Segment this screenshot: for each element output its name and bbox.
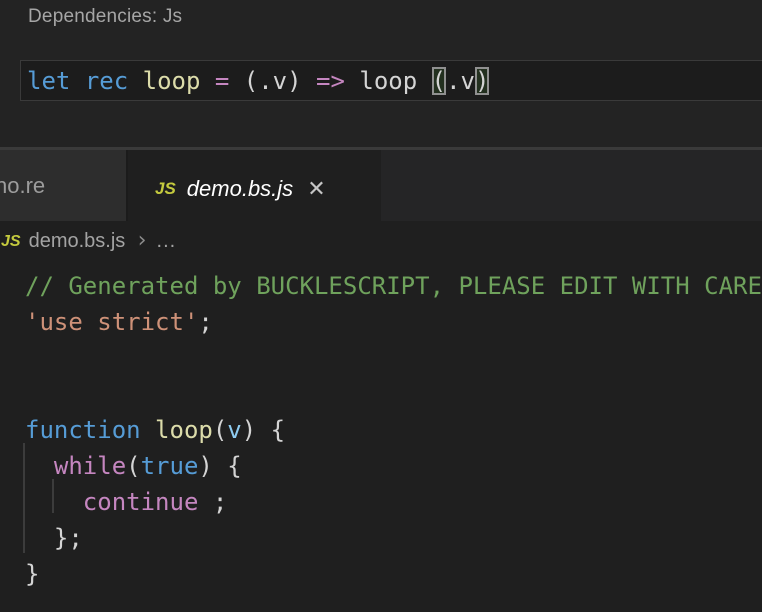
- js-file-icon: JS: [155, 179, 176, 199]
- current-line-highlight[interactable]: let rec loop = (.v) => loop (.v): [20, 60, 762, 101]
- code-token: // Generated by BUCKLESCRIPT, PLEASE EDI…: [25, 272, 762, 300]
- code-line: }: [25, 556, 762, 592]
- code-token: true: [141, 452, 199, 480]
- code-token: };: [25, 524, 83, 552]
- dependencies-label: Dependencies: Js: [28, 6, 182, 28]
- tab-strip: no.re JS demo.bs.js ✕: [0, 150, 762, 221]
- code-token: [25, 452, 54, 480]
- code-token: rec: [85, 67, 128, 95]
- indent-guide: [52, 479, 54, 513]
- code-line: [25, 340, 762, 376]
- code-token: (: [126, 452, 140, 480]
- code-token: [141, 416, 155, 444]
- tab-label: no.re: [0, 173, 45, 199]
- code-token: ) {: [242, 416, 285, 444]
- chevron-right-icon: ›: [135, 228, 148, 253]
- code-token: (: [213, 416, 227, 444]
- code-line: [25, 376, 762, 412]
- code-token: .v: [446, 67, 475, 95]
- breadcrumb: JS demo.bs.js › ...: [0, 221, 762, 262]
- code-token: ) {: [198, 452, 241, 480]
- indent-guide: [23, 443, 25, 553]
- code-token: while: [54, 452, 126, 480]
- bracket-match-token: (: [432, 67, 446, 95]
- code-token: =: [215, 67, 229, 95]
- code-token: =>: [316, 67, 345, 95]
- tab-label: demo.bs.js: [187, 176, 293, 202]
- code-line: function loop(v) {: [25, 412, 762, 448]
- js-file-icon: JS: [1, 233, 21, 251]
- code-token: function: [25, 416, 141, 444]
- vscode-window: Dependencies: Js let rec loop = (.v) => …: [0, 0, 762, 612]
- code-token: [200, 67, 214, 95]
- code-token: (.v): [229, 67, 316, 95]
- code-token: }: [25, 560, 39, 588]
- bracket-match-token: ): [475, 67, 489, 95]
- code-token: 'use strict': [25, 308, 198, 336]
- breadcrumb-file[interactable]: demo.bs.js: [29, 230, 126, 253]
- code-token: continue: [83, 488, 199, 516]
- code-line: while(true) {: [25, 448, 762, 484]
- code-token: let: [27, 67, 70, 95]
- playground-pane[interactable]: Dependencies: Js let rec loop = (.v) => …: [0, 0, 762, 148]
- code-token: loop: [345, 67, 432, 95]
- code-line: // Generated by BUCKLESCRIPT, PLEASE EDI…: [25, 268, 762, 304]
- editor-pane[interactable]: // Generated by BUCKLESCRIPT, PLEASE EDI…: [0, 262, 762, 612]
- tab-demo-re[interactable]: no.re: [0, 150, 128, 221]
- code-line: };: [25, 520, 762, 556]
- code-token: v: [227, 416, 241, 444]
- code-token: loop: [155, 416, 213, 444]
- tab-demo-bs-js[interactable]: JS demo.bs.js ✕: [128, 150, 381, 221]
- code-token: ;: [198, 488, 227, 516]
- reason-code-line: let rec loop = (.v) => loop (.v): [21, 67, 489, 95]
- code-lines: // Generated by BUCKLESCRIPT, PLEASE EDI…: [25, 268, 762, 592]
- code-token: loop: [143, 67, 201, 95]
- close-icon[interactable]: ✕: [307, 178, 325, 200]
- code-line: 'use strict';: [25, 304, 762, 340]
- code-line: continue ;: [25, 484, 762, 520]
- code-token: [128, 67, 142, 95]
- breadcrumb-symbol-more[interactable]: ...: [157, 230, 177, 253]
- code-token: ;: [198, 308, 212, 336]
- code-token: [70, 67, 84, 95]
